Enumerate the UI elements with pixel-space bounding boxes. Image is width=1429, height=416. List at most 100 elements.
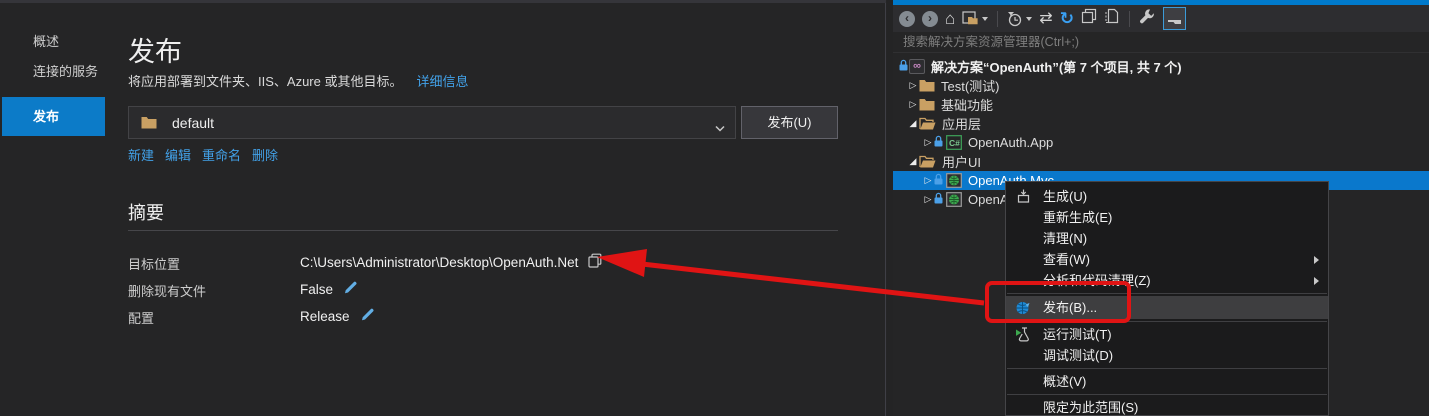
menu-item-label: 调试测试(D) [1043,348,1113,363]
target-location-label: 目标位置 [128,254,180,273]
summary-heading: 摘要 [128,199,164,225]
menu-item-rebuild[interactable]: 重新生成(E) [1006,207,1328,228]
tree-row-folder[interactable]: ▷ Test(测试) [893,76,1429,95]
web-project-icon [946,173,962,188]
tab-publish[interactable]: 发布 [2,97,105,136]
configuration-value: Release [300,309,350,324]
folder-icon [141,116,157,129]
menu-item-run-tests[interactable]: 运行测试(T) [1006,324,1328,345]
delete-profile-link[interactable]: 删除 [252,145,278,164]
tree-item-label: 基础功能 [941,95,993,114]
menu-item-label: 分析和代码清理(Z) [1043,273,1151,288]
twisty-collapsed-icon[interactable]: ▷ [907,99,919,110]
vs-window: 概述 连接的服务 发布 发布 将应用部署到文件夹、IIS、Azure 或其他目标… [0,0,1429,416]
menu-item-label: 生成(U) [1043,189,1087,204]
menu-separator [1007,368,1327,369]
tree-row-folder[interactable]: ◢ 用户UI [893,152,1429,171]
preview-selected-items-toggle[interactable] [1163,7,1186,30]
search-input[interactable]: 搜索解决方案资源管理器(Ctrl+;) [893,32,1429,53]
summary-divider [128,230,838,231]
delete-existing-value: False [300,282,333,297]
profile-combobox-value: default [172,115,214,131]
menu-item-build[interactable]: 生成(U) [1006,186,1328,207]
sync-with-active-document-icon[interactable]: ⇄ [1039,11,1052,27]
run-tests-icon [1014,326,1032,343]
refresh-icon[interactable]: ↻ [1060,11,1074,27]
tree-item-label: OpenAuth.App [968,135,1053,150]
chevron-down-icon [715,119,725,137]
menu-item-debug-tests[interactable]: 调试测试(D) [1006,345,1328,366]
rename-profile-link[interactable]: 重命名 [202,145,241,164]
target-location-value: C:\Users\Administrator\Desktop\OpenAuth.… [300,255,578,270]
tab-overview[interactable]: 概述 [0,31,106,50]
twisty-collapsed-icon[interactable]: ▷ [922,194,934,205]
publish-button[interactable]: 发布(U) [741,106,838,139]
page-description: 将应用部署到文件夹、IIS、Azure 或其他目标。详细信息 [128,71,468,90]
menu-item-label: 发布(B)... [1043,300,1097,315]
svg-text:C#: C# [949,138,960,148]
menu-item-label: 限定为此范围(S) [1043,400,1138,415]
menu-item-label: 运行测试(T) [1043,327,1112,342]
tree-row-project[interactable]: ▷ C# OpenAuth.App [893,133,1429,152]
tab-connected-services[interactable]: 连接的服务 [0,61,106,80]
build-icon [1014,188,1032,205]
twisty-collapsed-icon[interactable]: ▷ [922,137,934,148]
new-profile-link[interactable]: 新建 [128,145,154,164]
menu-separator [1007,293,1327,294]
tree-row-folder[interactable]: ▷ 基础功能 [893,95,1429,114]
twisty-collapsed-icon[interactable]: ▷ [922,175,934,186]
tree-row-folder[interactable]: ◢ 应用层 [893,114,1429,133]
show-all-files-icon[interactable] [1104,8,1120,29]
edit-pencil-icon[interactable] [360,307,375,325]
lock-icon [934,173,943,188]
csharp-project-icon: C# [946,135,962,150]
properties-wrench-icon[interactable] [1139,8,1156,30]
twisty-collapsed-icon[interactable]: ▷ [907,80,919,91]
menu-item-label: 重新生成(E) [1043,210,1112,225]
menu-item-overview[interactable]: 概述(V) [1006,371,1328,392]
publish-globe-icon [1014,299,1032,316]
top-strip [0,0,886,3]
back-icon[interactable]: ‹ [899,11,915,27]
menu-item-view[interactable]: 查看(W) [1006,249,1328,270]
folder-icon [919,98,935,111]
profile-combobox[interactable]: default [128,106,736,139]
folder-icon [919,79,935,92]
tree-item-label: OpenA [968,192,1008,207]
configuration-label: 配置 [128,308,154,327]
details-link[interactable]: 详细信息 [416,74,468,89]
tree-row-solution[interactable]: ∞ 解决方案“OpenAuth”(第 7 个项目, 共 7 个) [893,57,1429,76]
solution-label: 解决方案“OpenAuth”(第 7 个项目, 共 7 个) [931,57,1182,76]
solution-explorer-toolbar: ‹ › ⌂ ⇄ ↻ [893,5,1429,32]
twisty-expanded-icon[interactable]: ◢ [907,118,919,129]
toolbar-separator [1129,11,1130,27]
menu-item-clean[interactable]: 清理(N) [1006,228,1328,249]
page-description-text: 将应用部署到文件夹、IIS、Azure 或其他目标。 [128,74,402,89]
menu-item-label: 概述(V) [1043,374,1086,389]
copy-icon[interactable] [588,253,602,271]
project-context-menu: 生成(U) 重新生成(E) 清理(N) 查看(W) 分析和代码清理(Z) [1005,181,1329,416]
delete-existing-value-row: False [300,280,358,298]
collapse-all-icon[interactable] [1081,8,1097,29]
folder-open-icon [919,155,936,168]
tree-item-label: Test(测试) [941,76,1000,95]
pending-changes-filter-icon[interactable] [1007,11,1032,27]
edit-profile-link[interactable]: 编辑 [165,145,191,164]
menu-item-publish[interactable]: 发布(B)... [1006,296,1328,319]
toolbar-separator [997,11,998,27]
menu-separator [1007,321,1327,322]
delete-existing-label: 删除现有文件 [128,281,206,300]
forward-icon[interactable]: › [922,11,938,27]
menu-item-scope-to-this[interactable]: 限定为此范围(S) [1006,397,1328,416]
lock-icon [899,59,908,74]
menu-item-label: 查看(W) [1043,252,1090,267]
menu-item-analyze[interactable]: 分析和代码清理(Z) [1006,270,1328,291]
twisty-expanded-icon[interactable]: ◢ [907,156,919,167]
edit-pencil-icon[interactable] [343,280,358,298]
home-icon[interactable]: ⌂ [945,11,955,27]
switch-views-icon[interactable] [962,11,988,26]
menu-item-label: 清理(N) [1043,231,1087,246]
submenu-arrow-icon [1314,277,1319,285]
page-title: 发布 [128,30,182,69]
tree-item-label: 应用层 [942,114,981,133]
